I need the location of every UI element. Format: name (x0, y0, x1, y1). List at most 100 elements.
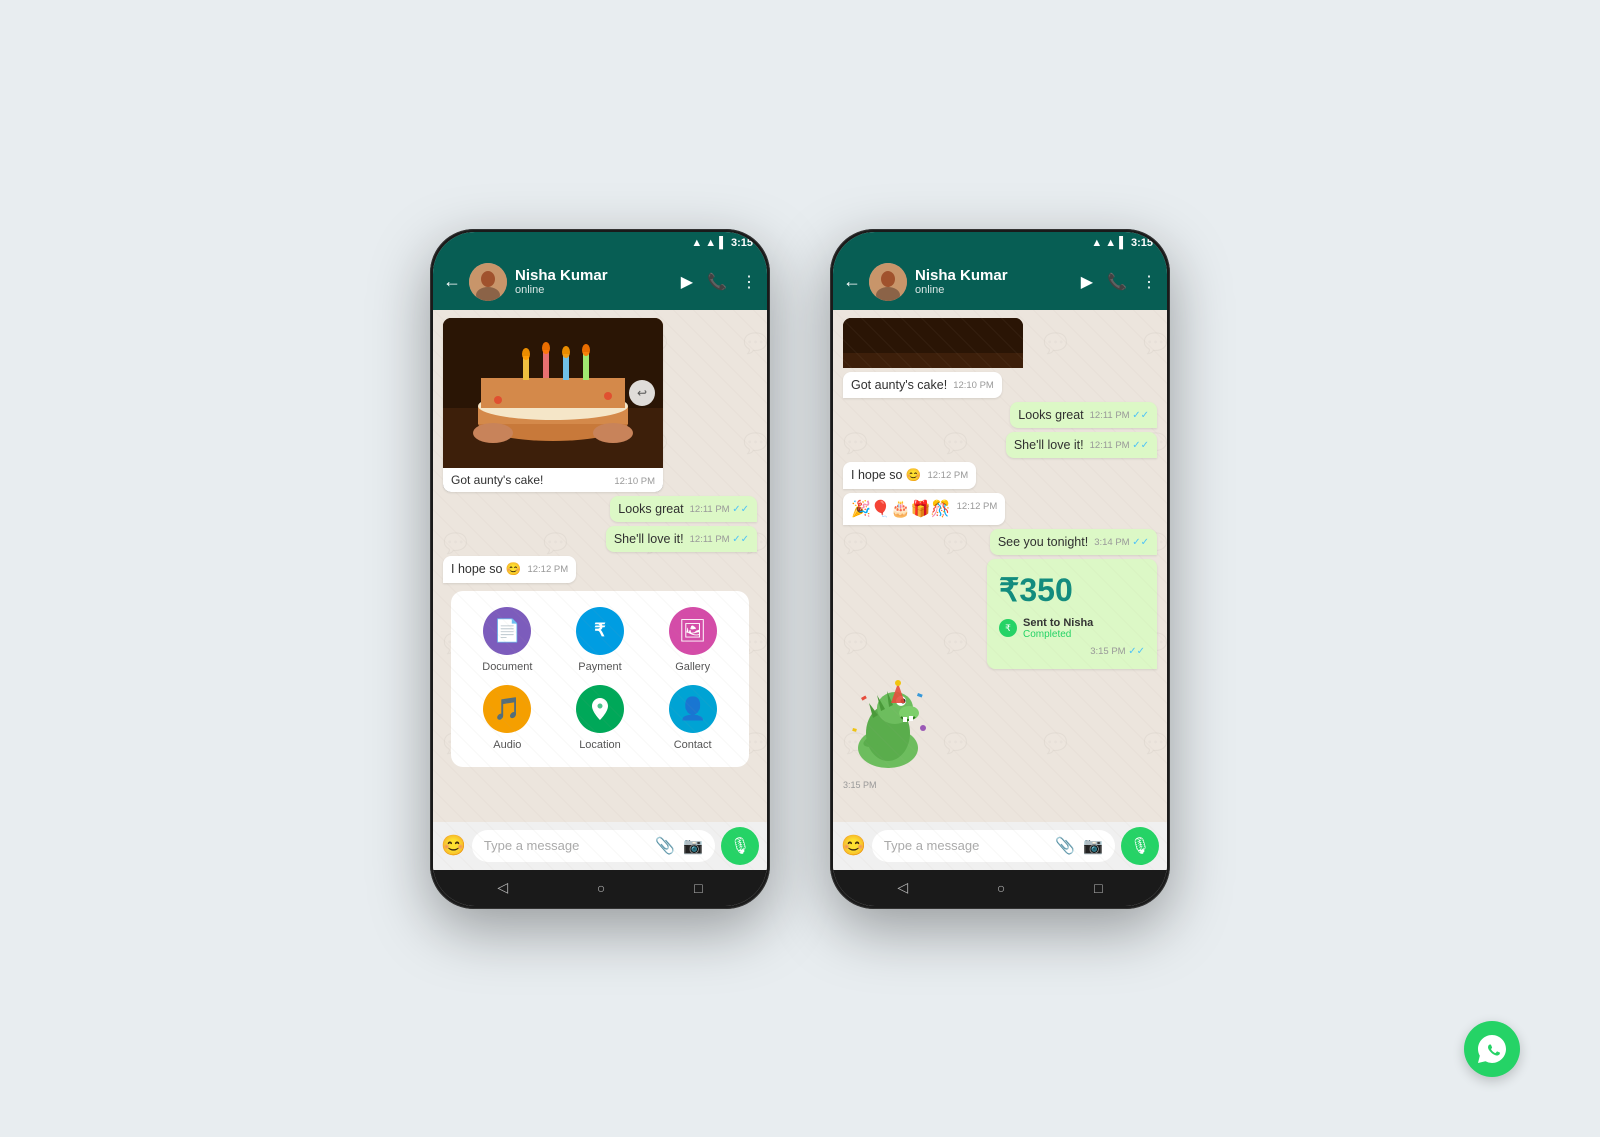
location-label: Location (579, 739, 621, 751)
contact-name-2: Nisha Kumar (915, 267, 1073, 284)
payment-status-2: ₹ Sent to Nisha Completed (999, 617, 1145, 640)
home-nav-1[interactable]: ○ (597, 880, 605, 896)
more-options-icon-2[interactable]: ⋮ (1141, 272, 1157, 292)
chat-header-2: ← Nisha Kumar online ▶ (833, 254, 1167, 310)
avatar-img-1 (469, 263, 507, 301)
phone-2: ▲ ▲ ▌ 3:15 ← (830, 229, 1170, 909)
msg-received-2a: Got aunty's cake! 12:10 PM (843, 372, 1002, 398)
contact-status-1: online (515, 284, 673, 296)
emoji-button-2[interactable]: 😊 (841, 833, 866, 858)
wifi-icon-1: ▲ (691, 237, 702, 249)
cake-image-1: ↩ (443, 318, 663, 468)
attach-item-payment[interactable]: ₹ Payment (560, 607, 641, 673)
attach-item-location[interactable]: Location (560, 685, 641, 751)
attach-item-document[interactable]: 📄 Document (467, 607, 548, 673)
audio-label: Audio (493, 739, 521, 751)
image-time-1: 12:10 PM (614, 476, 655, 487)
input-icons-2: 📎 📷 (1055, 836, 1103, 856)
signal-icon-1: ▲ (705, 237, 716, 249)
attachment-menu-1: 📄 Document ₹ Payment 🖼 Gallery (451, 591, 749, 767)
message-input-1[interactable]: Type a message 📎 📷 (472, 830, 715, 862)
sticker-2: 3:15 PM (843, 673, 933, 790)
status-bar-1: ▲ ▲ ▌ 3:15 (433, 232, 767, 254)
input-bar-2: 😊 Type a message 📎 📷 🎙 (833, 822, 1167, 870)
back-button-1[interactable]: ← (443, 271, 461, 292)
battery-icon-1: ▌ (719, 237, 727, 249)
msg-text-received-2a: Got aunty's cake! (851, 378, 947, 392)
whatsapp-logo (1464, 1021, 1520, 1077)
image-message-1: ↩ Got aunty's cake! 12:10 PM (443, 318, 663, 492)
location-icon (576, 685, 624, 733)
status-icons-1: ▲ ▲ ▌ (691, 237, 727, 249)
payment-sent-to-2: Sent to Nisha (1023, 617, 1093, 629)
msg-received-1a: I hope so 😊 12:12 PM (443, 556, 576, 583)
camera-button-2[interactable]: 📷 (1083, 836, 1103, 856)
mic-button-1[interactable]: 🎙 (721, 827, 759, 865)
msg-time-sent-2a: 12:11 PM ✓✓ (1090, 410, 1149, 421)
payment-icon: ₹ (576, 607, 624, 655)
voice-call-icon-1[interactable]: 📞 (707, 272, 727, 292)
attach-button-1[interactable]: 📎 (655, 836, 675, 856)
nav-bar-2: ◁ ○ □ (833, 870, 1167, 906)
emoji-button-1[interactable]: 😊 (441, 833, 466, 858)
msg-text-sent-2c: See you tonight! (998, 535, 1088, 549)
attach-item-gallery[interactable]: 🖼 Gallery (652, 607, 733, 673)
msg-time-received-1a: 12:12 PM (527, 564, 568, 575)
contact-info-2: Nisha Kumar online (915, 267, 1073, 296)
back-button-2[interactable]: ← (843, 271, 861, 292)
phone-1: ▲ ▲ ▌ 3:15 ← (430, 229, 770, 909)
back-nav-2[interactable]: ◁ (897, 879, 908, 896)
payment-amount-2: ₹350 (999, 571, 1145, 609)
payment-completed-2: Completed (1023, 629, 1093, 640)
msg-sent-2a: Looks great 12:11 PM ✓✓ (1010, 402, 1157, 428)
recent-nav-2[interactable]: □ (1094, 880, 1102, 896)
back-nav-1[interactable]: ◁ (497, 879, 508, 896)
msg-text-sent-2a: Looks great (1018, 408, 1083, 422)
image-caption-text-1: Got aunty's cake! (451, 473, 543, 487)
attach-button-2[interactable]: 📎 (1055, 836, 1075, 856)
avatar-img-2 (869, 263, 907, 301)
msg-time-sent-2c: 3:14 PM ✓✓ (1094, 537, 1149, 548)
msg-received-2b: I hope so 😊 12:12 PM (843, 462, 976, 489)
time-2: 3:15 (1131, 237, 1153, 249)
camera-button-1[interactable]: 📷 (683, 836, 703, 856)
voice-call-icon-2[interactable]: 📞 (1107, 272, 1127, 292)
payment-dot-icon: ₹ (999, 619, 1017, 637)
chat-messages-2: Got aunty's cake! 12:10 PM Looks great 1… (833, 310, 1167, 822)
status-icons-2: ▲ ▲ ▌ (1091, 237, 1127, 249)
input-bar-1: 😊 Type a message 📎 📷 🎙 (433, 822, 767, 870)
header-icons-2: ▶ 📞 ⋮ (1081, 272, 1157, 292)
forward-button-1[interactable]: ↩ (629, 380, 655, 406)
message-input-2[interactable]: Type a message 📎 📷 (872, 830, 1115, 862)
msg-time-received-2a: 12:10 PM (953, 380, 994, 391)
contact-label: Contact (674, 739, 712, 751)
avatar-2 (869, 263, 907, 301)
recent-nav-1[interactable]: □ (694, 880, 702, 896)
input-placeholder-1: Type a message (484, 838, 579, 853)
time-1: 3:15 (731, 237, 753, 249)
image-caption-1: Got aunty's cake! 12:10 PM (443, 468, 663, 492)
more-options-icon-1[interactable]: ⋮ (741, 272, 757, 292)
audio-icon: 🎵 (483, 685, 531, 733)
signal-icon-2: ▲ (1105, 237, 1116, 249)
header-icons-1: ▶ 📞 ⋮ (681, 272, 757, 292)
msg-text-received-2b: I hope so 😊 (851, 468, 921, 482)
attach-item-contact[interactable]: 👤 Contact (652, 685, 733, 751)
msg-received-2c: 🎉🎈🎂🎁🎊 12:12 PM (843, 493, 1005, 525)
home-nav-2[interactable]: ○ (997, 880, 1005, 896)
video-call-icon-1[interactable]: ▶ (681, 272, 693, 292)
payment-message-2: ₹350 ₹ Sent to Nisha Completed 3:15 PM ✓… (987, 559, 1157, 669)
msg-time-sent-1b: 12:11 PM ✓✓ (690, 534, 749, 545)
chat-body-2: Got aunty's cake! 12:10 PM Looks great 1… (833, 310, 1167, 870)
status-bar-2: ▲ ▲ ▌ 3:15 (833, 232, 1167, 254)
contact-info-1: Nisha Kumar online (515, 267, 673, 296)
video-call-icon-2[interactable]: ▶ (1081, 272, 1093, 292)
msg-time-sent-1a: 12:11 PM ✓✓ (690, 504, 749, 515)
msg-sent-2c: See you tonight! 3:14 PM ✓✓ (990, 529, 1157, 555)
mic-button-2[interactable]: 🎙 (1121, 827, 1159, 865)
attach-item-audio[interactable]: 🎵 Audio (467, 685, 548, 751)
nav-bar-1: ◁ ○ □ (433, 870, 767, 906)
msg-sent-1b: She'll love it! 12:11 PM ✓✓ (606, 526, 757, 552)
payment-info-2: Sent to Nisha Completed (1023, 617, 1093, 640)
input-placeholder-2: Type a message (884, 838, 979, 853)
